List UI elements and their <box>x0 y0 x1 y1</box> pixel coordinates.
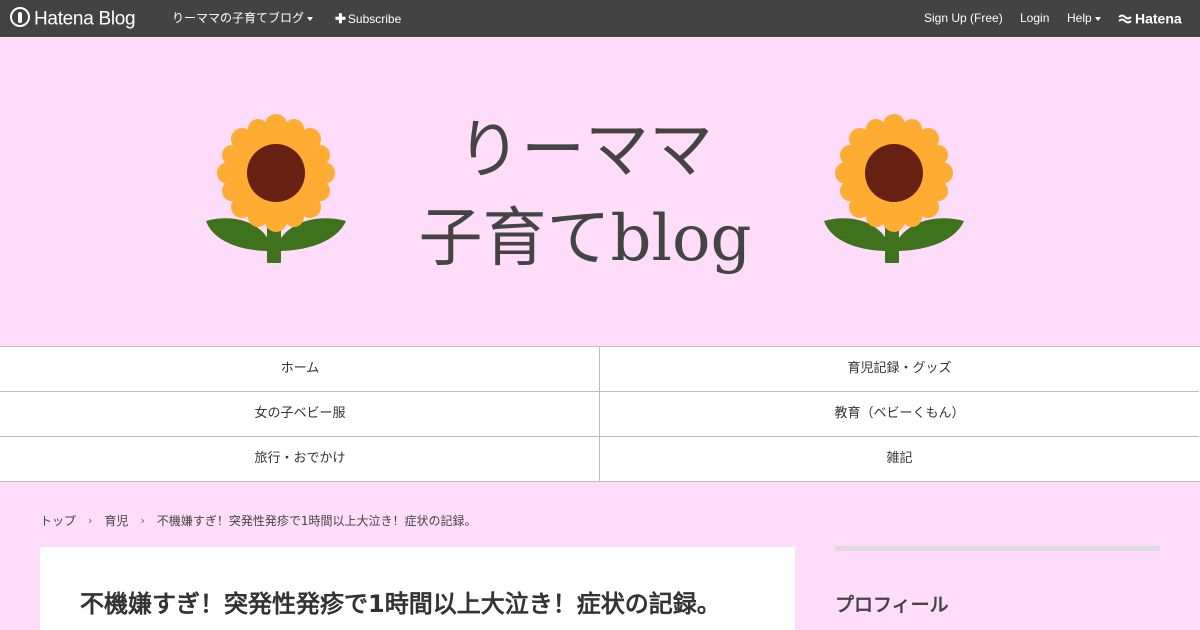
hatena-blog-logo-icon <box>10 6 30 27</box>
nav-item-travel[interactable]: 旅行・おでかけ <box>0 437 600 482</box>
breadcrumb-item-current: 不機嫌すぎ！突発性発疹で1時間以上大泣き！症状の記録。 <box>156 514 477 528</box>
caret-down-icon <box>1094 16 1101 21</box>
breadcrumb-item-top[interactable]: トップ <box>40 514 76 528</box>
nav-item-girls-baby-clothes[interactable]: 女の子ベビー服 <box>0 392 600 437</box>
breadcrumb: トップ › 育児 › 不機嫌すぎ！突発性発疹で1時間以上大泣き！症状の記録。 <box>40 512 476 529</box>
caret-down-icon <box>307 16 314 21</box>
blog-title-line1: りーママ <box>457 114 713 188</box>
nav-item-education[interactable]: 教育（ベビーくもん） <box>599 392 1199 437</box>
blog-menu-label: りーママの子育てブログ <box>172 11 305 25</box>
help-label: Help <box>1067 11 1092 25</box>
subscribe-button[interactable]: ✚ Subscribe <box>335 0 401 37</box>
blog-menu-dropdown[interactable]: りーママの子育てブログ <box>172 0 314 37</box>
sidebar-divider <box>835 546 1160 551</box>
article-card: 不機嫌すぎ！突発性発疹で1時間以上大泣き！症状の記録。 <box>40 547 795 630</box>
login-label: Login <box>1020 11 1050 25</box>
chevron-right-icon: › <box>88 514 93 527</box>
hatena-top-bar: Hatena Blog りーママの子育てブログ ✚ Subscribe Sign … <box>0 0 1200 37</box>
hatena-link[interactable]: Hatena <box>1118 0 1182 37</box>
help-dropdown[interactable]: Help <box>1067 0 1101 37</box>
plus-icon: ✚ <box>335 11 346 26</box>
article-title[interactable]: 不機嫌すぎ！突発性発疹で1時間以上大泣き！症状の記録。 <box>80 585 770 623</box>
hatena-wave-icon <box>1118 14 1132 24</box>
nav-item-home[interactable]: ホーム <box>0 347 600 392</box>
sidebar-profile-heading: プロフィール <box>835 594 949 616</box>
sunflower-icon <box>206 114 346 263</box>
login-link[interactable]: Login <box>1020 0 1049 37</box>
chevron-right-icon: › <box>140 514 145 527</box>
sunflower-icon <box>824 114 964 263</box>
hatena-blog-logo[interactable]: Hatena Blog <box>10 0 136 37</box>
signup-label: Sign Up (Free) <box>924 11 1003 25</box>
global-navigation: ホーム 育児記録・グッズ 女の子ベビー服 教育（ベビーくもん） 旅行・おでかけ … <box>0 346 1200 482</box>
hatena-label: Hatena <box>1135 10 1182 27</box>
blog-title-line2: 子育てblog <box>418 202 752 276</box>
subscribe-label: Subscribe <box>347 12 402 26</box>
nav-item-parenting-goods[interactable]: 育児記録・グッズ <box>599 347 1199 392</box>
breadcrumb-item-category[interactable]: 育児 <box>104 514 128 528</box>
nav-item-misc[interactable]: 雑記 <box>599 437 1199 482</box>
blog-header-banner[interactable]: りーママ 子育てblog <box>0 37 1200 347</box>
signup-link[interactable]: Sign Up (Free) <box>924 0 1003 37</box>
